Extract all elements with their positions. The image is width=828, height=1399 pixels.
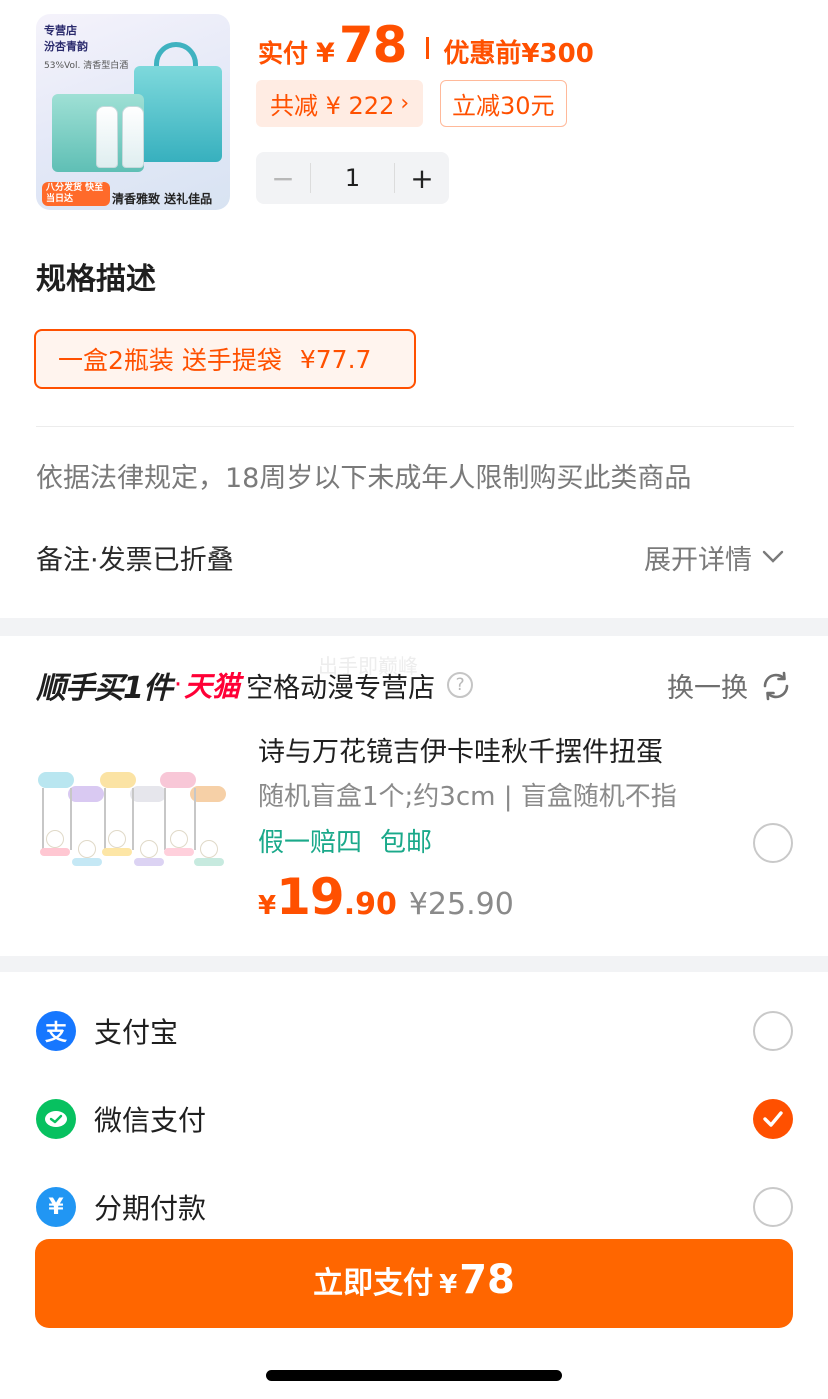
rope (164, 788, 166, 850)
recommend-select-radio[interactable] (753, 823, 793, 863)
chevron-right-icon: › (400, 91, 410, 116)
instant-discount-chip: 立减30元 (440, 80, 567, 127)
price-label: 实付 (258, 39, 309, 68)
recommend-item-spec: 随机盲盒1个;约3cm | 盲盒随机不指 (258, 782, 677, 812)
installment-radio[interactable] (753, 1187, 793, 1227)
wechat-radio-checked[interactable] (753, 1099, 793, 1139)
recommend-item-name[interactable]: 诗与万花镜吉伊卡哇秋千摆件扭蛋 (258, 730, 663, 769)
swing-seat (72, 858, 102, 866)
refresh-icon (763, 671, 789, 700)
shipping-ribbon: 八分发货 快至当日达 (42, 182, 110, 206)
rope (194, 788, 196, 850)
price-value: 78 (338, 16, 408, 74)
alipay-icon: 支 (36, 1011, 76, 1051)
section-separator (0, 956, 828, 972)
swing-seat (164, 848, 194, 856)
pay-button-label: 立即支付 (313, 1266, 434, 1301)
payment-label: 微信支付 (94, 1104, 207, 1137)
spec-option-label: 一盒2瓶装 送手提袋 (58, 346, 282, 375)
quantity-stepper: − 1 + (256, 152, 449, 204)
quantity-input[interactable]: 1 (310, 163, 395, 193)
wechat-icon (36, 1099, 76, 1139)
increase-button[interactable]: + (395, 162, 449, 195)
recommend-item-price: ¥ 19 .90 ¥25.90 (258, 868, 514, 932)
cloud-shape (160, 772, 196, 788)
payment-label: 分期付款 (94, 1192, 207, 1225)
thumb-slogan: 清香雅致 送礼佳品 (112, 192, 213, 206)
section-separator (0, 618, 828, 636)
decrease-button[interactable]: − (256, 162, 310, 195)
spec-option-selected[interactable]: 一盒2瓶装 送手提袋 ¥77.7 (34, 329, 416, 389)
spec-option-price: ¥77.7 (299, 344, 372, 374)
payment-option-alipay[interactable]: 支 支付宝 (36, 1009, 178, 1053)
toy-figure (170, 830, 188, 848)
cloud-shape (130, 786, 166, 802)
price-currency: ¥ (316, 38, 335, 69)
price-divider (426, 37, 430, 59)
total-discount-text: 共减 ¥ 222 (270, 92, 395, 120)
spec-title: 规格描述 (36, 262, 156, 297)
recommend-item-tags: 假一赔四 包邮 (258, 822, 432, 859)
swing-seat (134, 858, 164, 866)
heading-dot: · (173, 670, 183, 700)
swap-button[interactable]: 换一换 (667, 666, 792, 705)
bottle-image (122, 106, 144, 168)
payment-option-installment[interactable]: ¥ 分期付款 (36, 1185, 206, 1229)
swap-label: 换一换 (667, 673, 748, 704)
total-discount-chip[interactable]: 共减 ¥ 222 › (256, 80, 424, 127)
toy-figure (108, 830, 126, 848)
tag-free-shipping: 包邮 (380, 828, 433, 858)
tag-fake-compensation: 假一赔四 (258, 828, 363, 858)
swing-seat (102, 848, 132, 856)
cloud-shape (68, 786, 104, 802)
original-price-label: 优惠前 (443, 39, 522, 69)
product-thumbnail[interactable]: 专营店 汾杏青韵 53%Vol. 清香型白酒 八分发货 快至当日达 清香雅致 送… (36, 14, 230, 210)
rope (132, 788, 134, 850)
gift-bag-image (134, 66, 222, 162)
thumb-brand-text: 汾杏青韵 (44, 40, 88, 53)
pay-button-currency: ¥ (439, 1270, 458, 1300)
cloud-shape (38, 772, 74, 788)
toy-figure (200, 840, 218, 858)
payment-label: 支付宝 (94, 1016, 179, 1049)
price-decimal: .90 (343, 887, 397, 922)
recommend-heading: 顺手买1件 (36, 671, 173, 706)
rope (42, 788, 44, 850)
swing-seat (194, 858, 224, 866)
rope (104, 788, 106, 850)
pay-button-amount: 78 (459, 1257, 515, 1303)
price-integer: 19 (276, 868, 345, 926)
expand-details-label: 展开详情 (644, 545, 752, 576)
bottle-image (96, 106, 118, 168)
original-price: ¥300 (521, 39, 594, 69)
recommend-header: 顺手买1件 · 天猫 空格动漫专营店 ? (36, 662, 474, 708)
divider (36, 426, 794, 427)
installment-icon: ¥ (36, 1187, 76, 1227)
chevron-down-icon (762, 545, 784, 570)
toy-figure (46, 830, 64, 848)
rope (70, 788, 72, 850)
tmall-logo: 天猫 (184, 670, 241, 703)
actual-price: 实付 ¥ 78 优惠前 ¥300 (258, 16, 594, 74)
toy-figure (140, 840, 158, 858)
swing-seat (40, 848, 70, 856)
note-invoice-label: 备注·发票已折叠 (36, 545, 234, 576)
alipay-radio[interactable] (753, 1011, 793, 1051)
original-price: ¥25.90 (408, 887, 514, 922)
checkmark-icon (763, 1111, 783, 1127)
payment-option-wechat[interactable]: 微信支付 (36, 1097, 206, 1141)
cloud-shape (100, 772, 136, 788)
age-restriction-notice: 依据法律规定，18周岁以下未成年人限制购买此类商品 (36, 463, 692, 494)
expand-details-button[interactable]: 展开详情 (644, 538, 784, 577)
price-currency: ¥ (258, 891, 277, 921)
pay-now-button[interactable]: 立即支付 ¥ 78 (35, 1239, 793, 1328)
toy-figure (78, 840, 96, 858)
shop-name[interactable]: 空格动漫专营店 (246, 666, 435, 705)
thumb-tag-text: 53%Vol. 清香型白酒 (44, 61, 129, 71)
recommend-item-thumbnail[interactable] (36, 764, 230, 876)
help-icon[interactable]: ? (447, 672, 474, 698)
thumb-shop-text: 专营店 (44, 24, 77, 37)
home-indicator[interactable] (266, 1370, 562, 1381)
